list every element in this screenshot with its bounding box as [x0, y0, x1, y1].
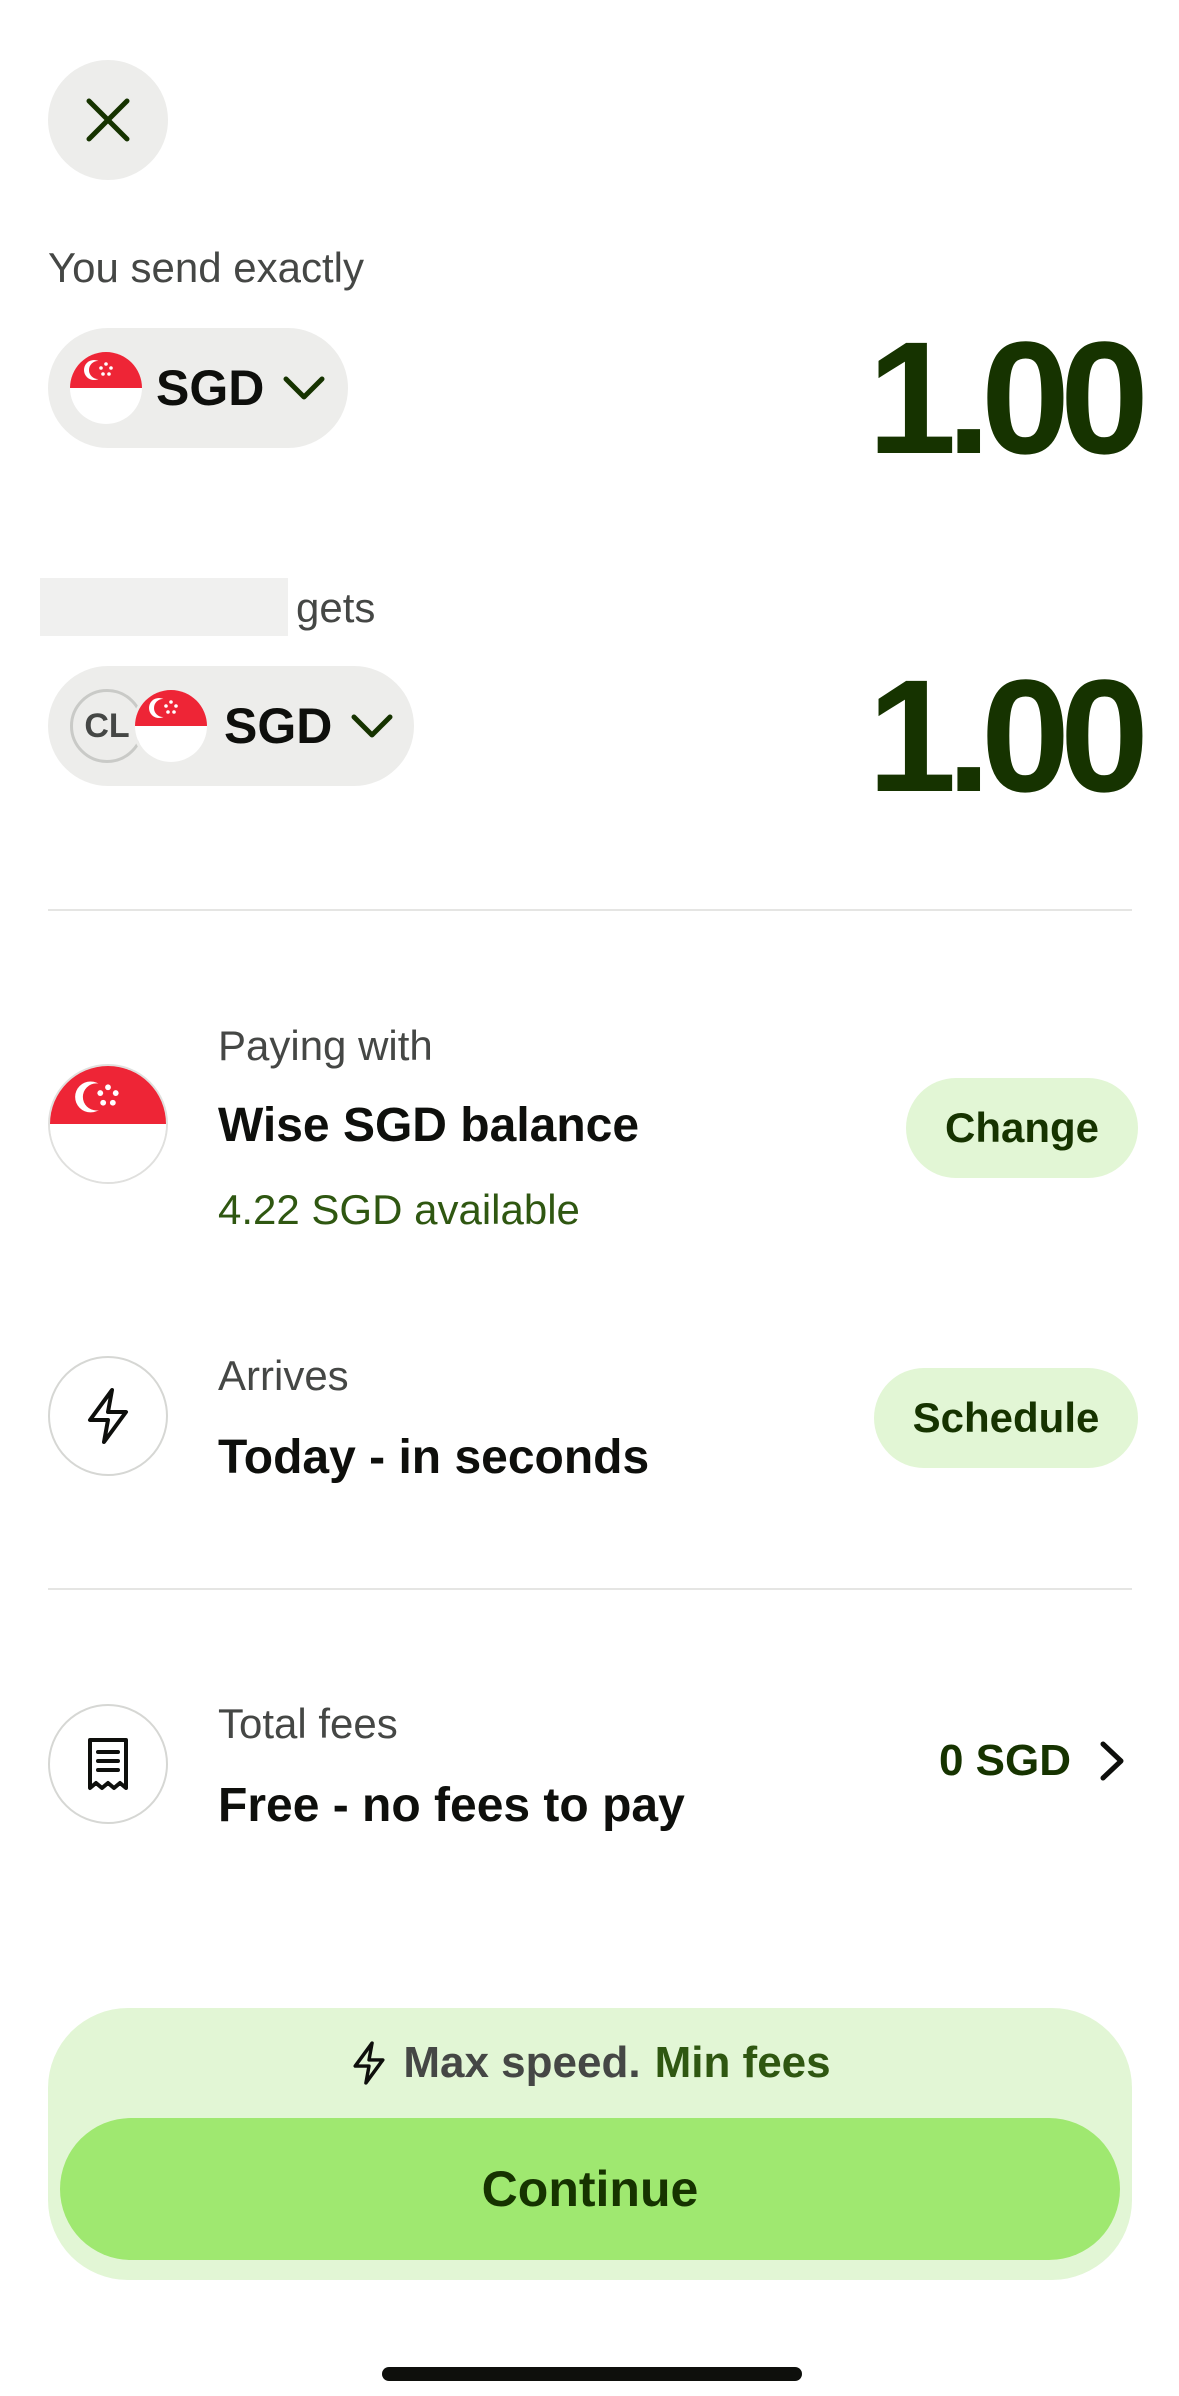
fees-description: Free - no fees to pay: [218, 1779, 685, 1832]
continue-button[interactable]: Continue: [60, 2118, 1120, 2260]
chevron-down-icon: [283, 376, 325, 400]
recipient-currency-selector[interactable]: CL SGD: [48, 666, 414, 786]
chevron-down-icon: [351, 714, 393, 738]
promo-banner: Max speed. Min fees: [48, 2038, 1132, 2088]
send-amount-input[interactable]: 1.00: [868, 318, 1149, 478]
payment-method: Wise SGD balance: [218, 1099, 640, 1152]
fees-icon-container: [48, 1704, 168, 1824]
recipient-currency-code: SGD: [224, 698, 333, 754]
receipt-icon: [88, 1738, 128, 1790]
close-icon: [86, 98, 130, 142]
available-balance: 4.22 SGD available: [218, 1186, 580, 1233]
send-currency-selector[interactable]: SGD: [48, 328, 348, 448]
recipient-amount-input[interactable]: 1.00: [868, 656, 1149, 816]
arrival-time: Today - in seconds: [218, 1431, 650, 1484]
divider: [48, 909, 1132, 911]
arrives-icon-container: [48, 1356, 168, 1476]
schedule-button[interactable]: Schedule: [874, 1368, 1138, 1468]
promo-text-speed: Max speed.: [403, 2038, 641, 2087]
singapore-flag-icon: [48, 1064, 168, 1184]
arrives-label: Arrives: [218, 1352, 349, 1399]
chevron-right-icon[interactable]: [1097, 1738, 1127, 1784]
singapore-flag-icon: [132, 687, 210, 765]
lightning-icon: [88, 1388, 128, 1444]
promo-text-fees: Min fees: [654, 2038, 831, 2087]
change-button[interactable]: Change: [906, 1078, 1138, 1178]
paying-with-label: Paying with: [218, 1022, 433, 1069]
recipient-gets-label: gets: [296, 584, 376, 631]
send-currency-code: SGD: [156, 360, 265, 416]
total-fees-label: Total fees: [218, 1700, 398, 1747]
lightning-icon: [353, 2041, 385, 2085]
singapore-flag-icon: [70, 352, 142, 424]
fees-amount[interactable]: 0 SGD: [939, 1736, 1071, 1786]
home-indicator: [382, 2367, 802, 2381]
send-label: You send exactly: [48, 244, 365, 291]
recipient-name-redacted: [40, 578, 288, 636]
close-button[interactable]: [48, 60, 168, 180]
divider: [48, 1588, 1132, 1590]
